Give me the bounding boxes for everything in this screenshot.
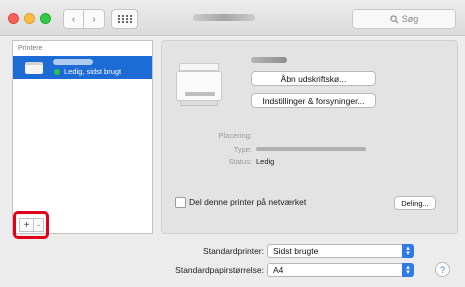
sharing-button[interactable]: Deling...	[394, 196, 436, 210]
default-paper-size-popup[interactable]: A4 ▴ ▾	[267, 263, 414, 277]
printer-icon	[25, 62, 43, 74]
share-printer-label[interactable]: Del denne printer på netværket	[189, 197, 306, 207]
default-paper-size-label: Standardpapirstørrelse:	[175, 265, 264, 275]
options-supplies-button[interactable]: Indstillinger & forsyninger...	[251, 93, 376, 108]
chevron-updown-icon: ▴ ▾	[402, 263, 414, 277]
window-title-redacted	[193, 14, 255, 21]
type-value-redacted	[256, 147, 366, 151]
default-paper-size-value: A4	[273, 265, 284, 275]
printer-status: Ledig, sidst brugt	[64, 67, 122, 76]
type-label: Type:	[233, 145, 252, 154]
printer-detail-panel: Åbn udskriftskø... Indstillinger & forsy…	[161, 40, 458, 234]
status-dot-icon	[54, 69, 60, 75]
printers-scanners-window: ‹ › Søg Printere Ledig, sidst brugt + - …	[0, 0, 465, 287]
back-button[interactable]: ‹	[63, 9, 84, 29]
location-label: Placering:	[218, 131, 252, 140]
search-field[interactable]: Søg	[352, 9, 456, 29]
chevron-right-icon: ›	[92, 13, 96, 25]
open-print-queue-button[interactable]: Åbn udskriftskø...	[251, 71, 376, 86]
show-all-button[interactable]	[111, 9, 138, 29]
share-printer-checkbox[interactable]	[175, 197, 186, 208]
printer-list-item[interactable]: Ledig, sidst brugt	[13, 56, 152, 79]
forward-button[interactable]: ›	[84, 9, 105, 29]
status-label: Status:	[228, 157, 252, 166]
search-placeholder: Søg	[401, 14, 419, 24]
printer-large-icon	[176, 63, 222, 107]
title-bar: ‹ › Søg	[0, 0, 465, 36]
highlight-box	[13, 211, 49, 239]
chevron-left-icon: ‹	[71, 13, 76, 25]
printer-list: Printere Ledig, sidst brugt	[12, 40, 153, 234]
minimize-button[interactable]	[24, 13, 35, 24]
default-printer-value: Sidst brugte	[273, 246, 319, 256]
grid-icon	[117, 15, 132, 23]
chevron-updown-icon: ▴ ▾	[402, 244, 414, 258]
close-button[interactable]	[8, 13, 19, 24]
default-printer-label: Standardprinter:	[203, 246, 264, 256]
search-icon	[390, 14, 399, 23]
printer-name-redacted	[53, 59, 93, 65]
printer-name-redacted	[251, 57, 287, 63]
status-value: Ledig	[256, 157, 275, 166]
default-printer-popup[interactable]: Sidst brugte ▴ ▾	[267, 244, 414, 258]
printer-list-header: Printere	[18, 45, 43, 52]
help-button[interactable]: ?	[435, 262, 450, 277]
zoom-button[interactable]	[40, 13, 51, 24]
